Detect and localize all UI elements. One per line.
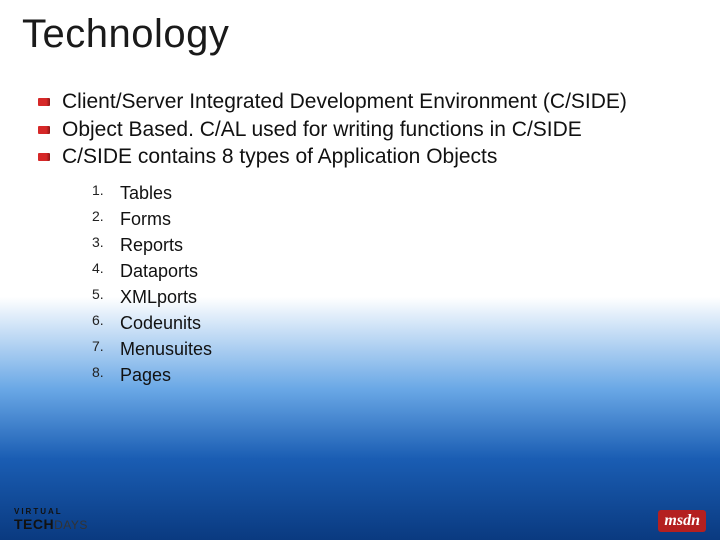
logo-line1: VIRTUAL <box>14 507 88 516</box>
object-types-list: Tables Forms Reports Dataports XMLports … <box>92 180 720 389</box>
logo-days-text: DAYS <box>54 518 88 532</box>
bullet-item: C/SIDE contains 8 types of Application O… <box>38 144 720 170</box>
list-item: Forms <box>92 206 720 232</box>
list-item: Tables <box>92 180 720 206</box>
slide-content: Client/Server Integrated Development Env… <box>0 57 720 389</box>
bullet-item: Object Based. C/AL used for writing func… <box>38 117 720 143</box>
virtual-techdays-logo: VIRTUAL TECHDAYS <box>14 507 88 532</box>
bullet-item: Client/Server Integrated Development Env… <box>38 89 720 115</box>
msdn-badge: msdn <box>658 510 706 532</box>
list-item: XMLports <box>92 284 720 310</box>
msdn-logo: msdn <box>658 510 706 532</box>
main-bullet-list: Client/Server Integrated Development Env… <box>38 89 720 170</box>
logo-line2: TECHDAYS <box>14 516 88 532</box>
slide-footer: VIRTUAL TECHDAYS msdn <box>0 498 720 540</box>
slide-title: Technology <box>0 0 720 57</box>
logo-tech-text: TECH <box>14 516 54 532</box>
list-item: Pages <box>92 362 720 388</box>
list-item: Menusuites <box>92 336 720 362</box>
list-item: Codeunits <box>92 310 720 336</box>
list-item: Reports <box>92 232 720 258</box>
list-item: Dataports <box>92 258 720 284</box>
